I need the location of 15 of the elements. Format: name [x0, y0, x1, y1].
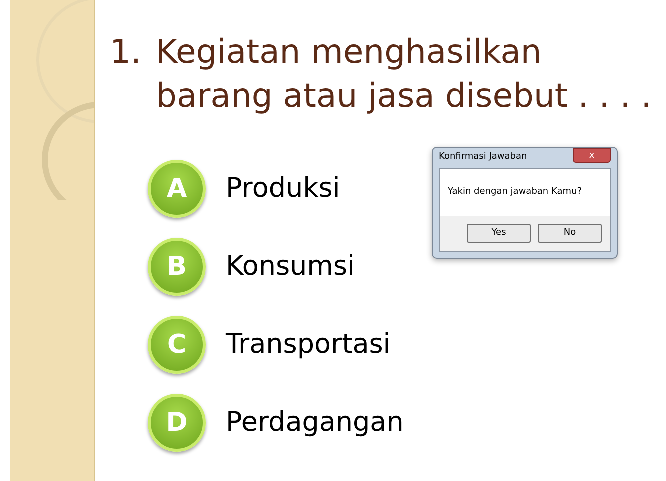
- question-text: Kegiatan menghasilkan barang atau jasa disebut . . . .: [156, 31, 653, 117]
- question-number: 1.: [110, 31, 142, 73]
- dialog-title: Konfirmasi Jawaban: [439, 151, 528, 164]
- answer-option-badge[interactable]: A: [148, 160, 206, 218]
- answer-option-label: Konsumsi: [226, 250, 356, 284]
- answer-option-label: Produksi: [226, 172, 340, 206]
- close-button[interactable]: x: [573, 148, 611, 163]
- answer-option-badge[interactable]: D: [148, 394, 206, 452]
- dialog-button[interactable]: Yes: [467, 224, 531, 243]
- answer-option-label: Perdagangan: [226, 406, 404, 440]
- dialog-button[interactable]: No: [538, 224, 602, 243]
- dialog-message: Yakin dengan jawaban Kamu?: [448, 186, 582, 199]
- answer-option-badge[interactable]: C: [148, 316, 206, 374]
- answer-option-label: Transportasi: [226, 328, 391, 362]
- answer-option-badge[interactable]: B: [148, 238, 206, 296]
